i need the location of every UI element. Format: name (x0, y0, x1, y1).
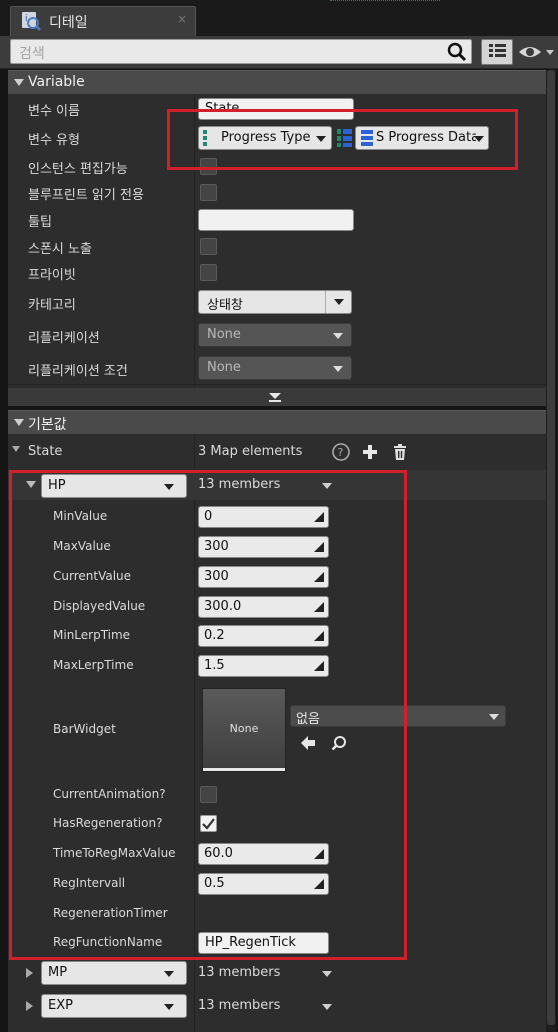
mp-key-dropdown[interactable]: MP (41, 961, 187, 985)
grid-icon (489, 44, 506, 57)
category-dropdown[interactable]: 상태창 (198, 290, 352, 314)
variable-section-header[interactable]: Variable (8, 70, 546, 94)
section-title: Variable (28, 74, 85, 90)
instance-editable-label: 인스턴스 편집가능 (28, 162, 128, 177)
exp-key-text: EXP (48, 998, 73, 1013)
expand-state-icon[interactable] (12, 446, 20, 452)
private-checkbox[interactable] (200, 264, 217, 281)
section-title: 기본값 (28, 417, 67, 433)
svg-text:?: ? (338, 446, 344, 459)
expand-exp-icon[interactable] (26, 1001, 33, 1011)
chevron-down-icon (489, 714, 499, 720)
tooltip-field[interactable] (198, 209, 354, 231)
chevron-down-icon (333, 366, 343, 372)
chevron-down-icon (164, 1004, 174, 1010)
replication-condition-dropdown[interactable]: None (198, 356, 352, 380)
collapse-arrow-icon (14, 419, 24, 426)
variable-name-label: 변수 이름 (28, 104, 80, 119)
scrollbar-thumb[interactable] (547, 70, 555, 1025)
mp-members-chevron-icon[interactable] (322, 971, 332, 977)
search-placeholder: 검색 (19, 46, 45, 62)
variable-type-label: 변수 유형 (28, 133, 80, 148)
defaults-section-header[interactable]: 기본값 (8, 410, 546, 434)
plus-icon[interactable] (361, 443, 379, 461)
chevron-down-icon (164, 971, 174, 977)
category-label: 카테고리 (28, 298, 76, 313)
question-icon[interactable]: ? (332, 443, 350, 461)
highlight-box-type (167, 109, 518, 170)
trash-icon[interactable] (391, 443, 409, 461)
exp-members-chevron-icon[interactable] (322, 1004, 332, 1010)
state-value: 3 Map elements (198, 444, 303, 459)
exp-key-dropdown[interactable]: EXP (41, 994, 187, 1018)
svg-text:i: i (25, 14, 28, 24)
tooltip-label: 툴팁 (28, 215, 52, 230)
replication-value: None (207, 327, 241, 342)
blueprint-readonly-checkbox[interactable] (200, 184, 217, 201)
property-matrix-button[interactable] (481, 39, 513, 65)
details-magnifier-icon: i (22, 12, 41, 31)
collapse-arrow-icon (14, 79, 24, 86)
expand-mp-icon[interactable] (26, 968, 33, 978)
highlight-box-hp (9, 470, 407, 960)
mp-key-text: MP (48, 965, 68, 980)
tab-close-button[interactable]: × (177, 12, 187, 26)
eye-icon[interactable] (518, 42, 556, 62)
expand-advanced-icon (269, 393, 281, 402)
blueprint-readonly-label: 블루프린트 읽기 전용 (28, 188, 144, 203)
exp-members: 13 members (198, 998, 281, 1013)
replication-condition-value: None (207, 360, 241, 375)
replication-dropdown[interactable]: None (198, 323, 352, 347)
scrollbar-track[interactable] (546, 70, 556, 1032)
tab-details[interactable]: i 디테일 × (10, 6, 196, 36)
replication-condition-label: 리플리케이션 조건 (28, 364, 128, 379)
advanced-expander[interactable] (8, 388, 546, 406)
search-row: 검색 (0, 36, 558, 69)
chevron-down-icon (333, 333, 343, 339)
state-label: State (28, 444, 63, 459)
tab-bar-decoration (330, 0, 440, 3)
expose-on-spawn-checkbox[interactable] (200, 238, 217, 255)
category-value: 상태창 (207, 298, 243, 313)
category-caret-area (325, 291, 351, 313)
replication-label: 리플리케이션 (28, 331, 100, 346)
tab-bar: i 디테일 × (0, 0, 558, 36)
search-icon[interactable] (447, 42, 467, 62)
mp-members: 13 members (198, 965, 281, 980)
panel-bottom-line (8, 384, 546, 385)
expose-on-spawn-label: 스폰시 노출 (28, 242, 92, 257)
chevron-down-icon (334, 299, 344, 305)
search-input[interactable]: 검색 (10, 39, 472, 64)
private-label: 프라이빗 (28, 268, 76, 283)
tab-title: 디테일 (49, 15, 88, 31)
